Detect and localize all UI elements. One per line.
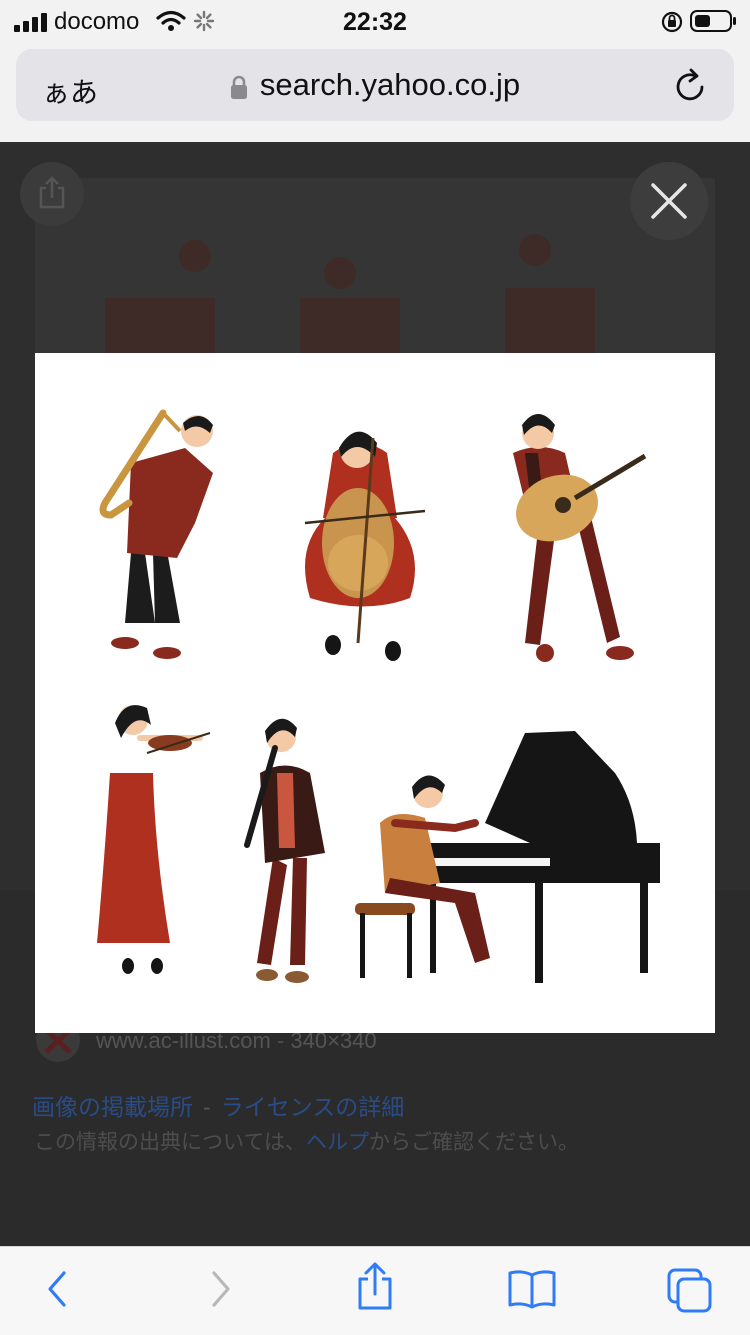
close-icon	[651, 183, 687, 219]
links-separator: -	[203, 1094, 211, 1120]
cello-player-figure	[304, 431, 426, 661]
source-page-link[interactable]: 画像の掲載場所	[32, 1094, 193, 1120]
note-prefix: この情報の出典については、	[34, 1131, 306, 1154]
share-image-button[interactable]	[20, 162, 84, 226]
url-text: search.yahoo.co.jp	[259, 67, 521, 102]
battery-icon	[690, 10, 736, 32]
share-icon[interactable]	[355, 1261, 395, 1313]
background-musicians-preview	[105, 234, 595, 358]
saxophone-player-figure	[99, 409, 213, 659]
help-link[interactable]: ヘルプ	[306, 1131, 369, 1154]
bookmarks-icon[interactable]	[506, 1267, 558, 1311]
browser-address-area: ぁあ search.yahoo.co.jp	[0, 44, 750, 143]
guitar-player-figure	[513, 414, 647, 662]
image-links: 画像の掲載場所 - ライセンスの詳細	[32, 1088, 404, 1122]
source-note: この情報の出典については、ヘルプからご確認ください。	[34, 1126, 579, 1156]
status-bar: docomo 22:32	[0, 0, 750, 44]
violinist-figure	[97, 705, 211, 974]
orientation-lock-icon	[661, 11, 683, 33]
pianist-piano-figure	[355, 731, 660, 983]
image-viewer[interactable]	[35, 353, 715, 1033]
reload-icon[interactable]	[674, 67, 708, 103]
clarinet-player-figure	[244, 718, 325, 983]
url-field[interactable]: search.yahoo.co.jp	[16, 67, 734, 103]
back-chevron-icon[interactable]	[40, 1267, 76, 1311]
status-time: 22:32	[343, 8, 407, 36]
browser-toolbar	[0, 1246, 750, 1335]
address-bar[interactable]: ぁあ search.yahoo.co.jp	[16, 49, 734, 121]
license-link[interactable]: ライセンスの詳細	[221, 1094, 405, 1120]
musicians-illustration	[97, 409, 660, 983]
forward-chevron-icon[interactable]	[202, 1267, 238, 1311]
background-image-preview	[35, 178, 715, 358]
share-icon	[39, 176, 65, 209]
tabs-icon[interactable]	[666, 1267, 714, 1315]
close-viewer-button[interactable]	[630, 162, 708, 240]
note-suffix: からご確認ください。	[368, 1131, 579, 1154]
lock-icon	[230, 75, 247, 99]
